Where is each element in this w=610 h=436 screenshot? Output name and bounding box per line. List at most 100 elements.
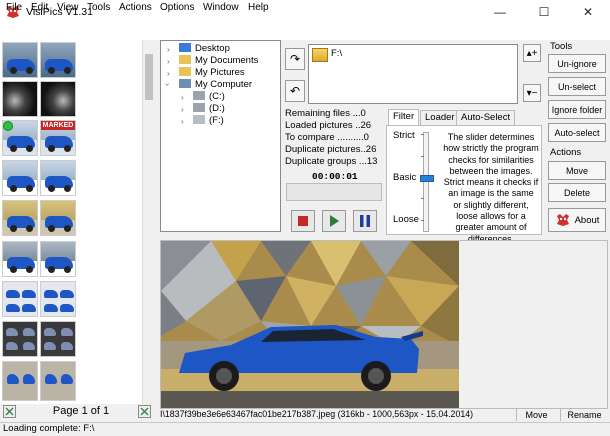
close-icon: ✕: [582, 5, 594, 19]
menu-help[interactable]: Help: [248, 2, 269, 13]
thumbnail[interactable]: [2, 281, 38, 317]
thumbnail[interactable]: [40, 281, 76, 317]
collapse-thumbnails-icon[interactable]: [3, 405, 16, 418]
list-item[interactable]: F:\: [331, 48, 342, 59]
play-button[interactable]: [322, 210, 346, 232]
tools-group-label: Tools: [550, 41, 573, 52]
preview-image-art: [161, 241, 459, 408]
thumbnail[interactable]: [40, 361, 76, 401]
selected-folders-list[interactable]: F:\: [308, 44, 518, 104]
thumbnail[interactable]: [2, 200, 38, 236]
thumbnail[interactable]: [40, 81, 76, 117]
pause-button[interactable]: [353, 210, 377, 232]
basic-label: Basic: [393, 172, 417, 183]
add-folder-button[interactable]: ↷: [285, 48, 305, 70]
thumbnail[interactable]: [40, 241, 76, 277]
about-button[interactable]: About: [548, 208, 606, 232]
plus-arrow-icon: ▴+: [526, 47, 538, 59]
stop-icon: [298, 216, 308, 226]
remove-folder-button[interactable]: ↶: [285, 80, 305, 102]
unselect-button[interactable]: Un-select: [548, 77, 606, 96]
play-icon: [330, 215, 339, 227]
slider-thumb[interactable]: [420, 175, 434, 182]
drive-icon: [193, 103, 205, 112]
move-button[interactable]: Move: [548, 161, 606, 180]
menu-file[interactable]: File: [6, 2, 22, 13]
to-compare: To compare ..........0: [285, 132, 369, 143]
thumbnail[interactable]: [40, 321, 76, 357]
preview-image[interactable]: [161, 241, 459, 408]
menu-bar: [0, 24, 610, 40]
menu-actions[interactable]: Actions: [119, 2, 152, 13]
arrow-left-icon: ↶: [289, 84, 301, 98]
minimize-icon: —: [494, 5, 506, 19]
loose-label: Loose: [393, 214, 419, 225]
maximize-icon: ☐: [538, 5, 550, 19]
status-text: Loading complete: F:\: [3, 423, 95, 434]
desktop-icon: [179, 43, 191, 52]
menu-options[interactable]: Options: [160, 2, 194, 13]
tree-expand-icon[interactable]: ›: [181, 105, 184, 114]
settings-tabs: Filter Loader Auto-Select Strict Basic L…: [386, 109, 542, 244]
tree-expand-icon[interactable]: ›: [167, 45, 170, 54]
maximize-button[interactable]: ☐: [522, 0, 566, 24]
slider-tick: [421, 220, 424, 221]
tree-item-my-pictures[interactable]: My Pictures: [179, 67, 245, 78]
slider-tick: [421, 156, 424, 157]
tree-expand-icon[interactable]: ›: [181, 117, 184, 126]
pictures-icon: [179, 67, 191, 76]
expand-thumbnails-icon[interactable]: [138, 405, 151, 418]
menu-edit[interactable]: Edit: [31, 2, 48, 13]
close-button[interactable]: ✕: [566, 0, 610, 24]
tree-collapse-icon[interactable]: ›: [163, 83, 172, 86]
tree-expand-icon[interactable]: ›: [181, 93, 184, 102]
ignore-folder-button[interactable]: Ignore folder: [548, 100, 606, 119]
thumbnail[interactable]: [2, 42, 38, 78]
preview-rename-button[interactable]: Rename: [560, 409, 608, 421]
duplicate-groups: Duplicate groups ...13: [285, 156, 378, 167]
tree-item-my-computer[interactable]: My Computer: [179, 79, 252, 90]
minimize-button[interactable]: —: [478, 0, 522, 24]
app-logo-icon: [556, 214, 569, 226]
thumbnail[interactable]: [40, 160, 76, 196]
tree-expand-icon[interactable]: ›: [167, 57, 170, 66]
tree-item-drive-c[interactable]: (C:): [193, 91, 225, 102]
include-subfolders-button[interactable]: ▴+: [523, 44, 541, 62]
tree-item-drive-f[interactable]: (F:): [193, 115, 224, 126]
computer-icon: [179, 79, 191, 88]
similarity-slider[interactable]: [423, 132, 429, 232]
tree-expand-icon[interactable]: ›: [167, 69, 170, 78]
thumbnail[interactable]: [2, 361, 38, 401]
thumbnail[interactable]: [40, 200, 76, 236]
preview-move-button[interactable]: Move: [516, 409, 556, 421]
delete-button[interactable]: Delete: [548, 183, 606, 202]
tree-item-my-documents[interactable]: My Documents: [179, 55, 258, 66]
tab-filter[interactable]: Filter: [388, 109, 420, 126]
tab-auto-select[interactable]: Auto-Select: [456, 110, 516, 125]
tree-item-desktop[interactable]: Desktop: [179, 43, 230, 54]
thumbnail[interactable]: [2, 81, 38, 117]
thumbnail[interactable]: [2, 160, 38, 196]
elapsed-timer: 00:00:01: [312, 171, 358, 182]
tree-item-drive-d[interactable]: (D:): [193, 103, 225, 114]
stop-button[interactable]: [291, 210, 315, 232]
marked-badge: MARKED: [41, 121, 75, 130]
auto-select-button[interactable]: Auto-select: [548, 123, 606, 142]
thumbnail[interactable]: [2, 241, 38, 277]
scrollbar-thumb[interactable]: [145, 54, 153, 100]
minus-arrow-icon: ▾−: [526, 87, 538, 99]
tab-loader[interactable]: Loader: [420, 110, 460, 125]
about-label: About: [574, 214, 600, 226]
folder-icon: [312, 48, 328, 62]
thumbnail[interactable]: [2, 321, 38, 357]
menu-view[interactable]: View: [57, 2, 79, 13]
menu-tools[interactable]: Tools: [87, 2, 110, 13]
thumbnail-scrollbar[interactable]: [142, 40, 154, 404]
tools-group: Tools Un-ignore Un-select Ignore folder …: [546, 40, 608, 236]
exclude-subfolders-button[interactable]: ▾−: [523, 84, 541, 102]
folder-tree[interactable]: › Desktop › My Documents › My Pictures ›…: [160, 40, 281, 232]
unignore-button[interactable]: Un-ignore: [548, 54, 606, 73]
thumbnail[interactable]: [40, 42, 76, 78]
menu-window[interactable]: Window: [203, 2, 239, 13]
filter-description: The slider determines how strictly the p…: [443, 132, 539, 244]
